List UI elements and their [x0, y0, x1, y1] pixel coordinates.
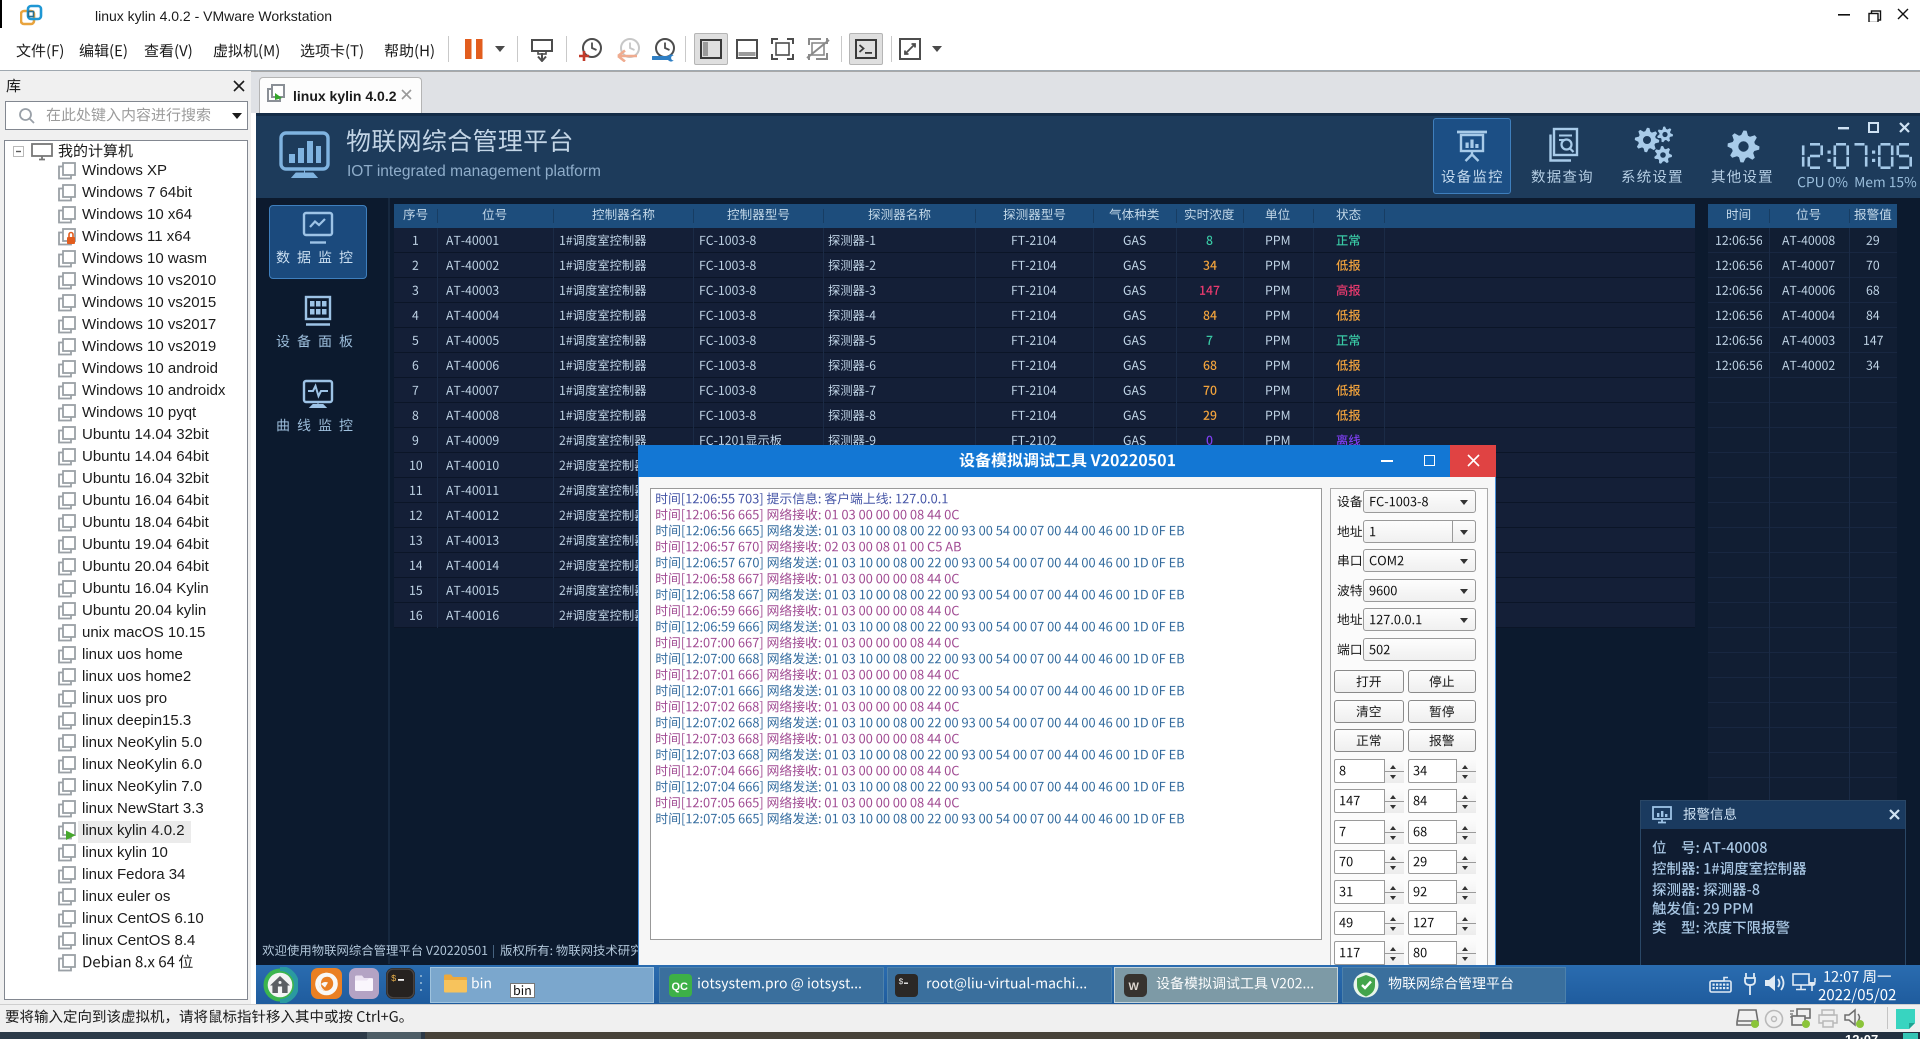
svg-text:$: $ — [391, 974, 397, 984]
svg-text:QC: QC — [672, 981, 689, 993]
svg-text:W: W — [1129, 981, 1140, 993]
svg-text:$: $ — [899, 978, 904, 987]
